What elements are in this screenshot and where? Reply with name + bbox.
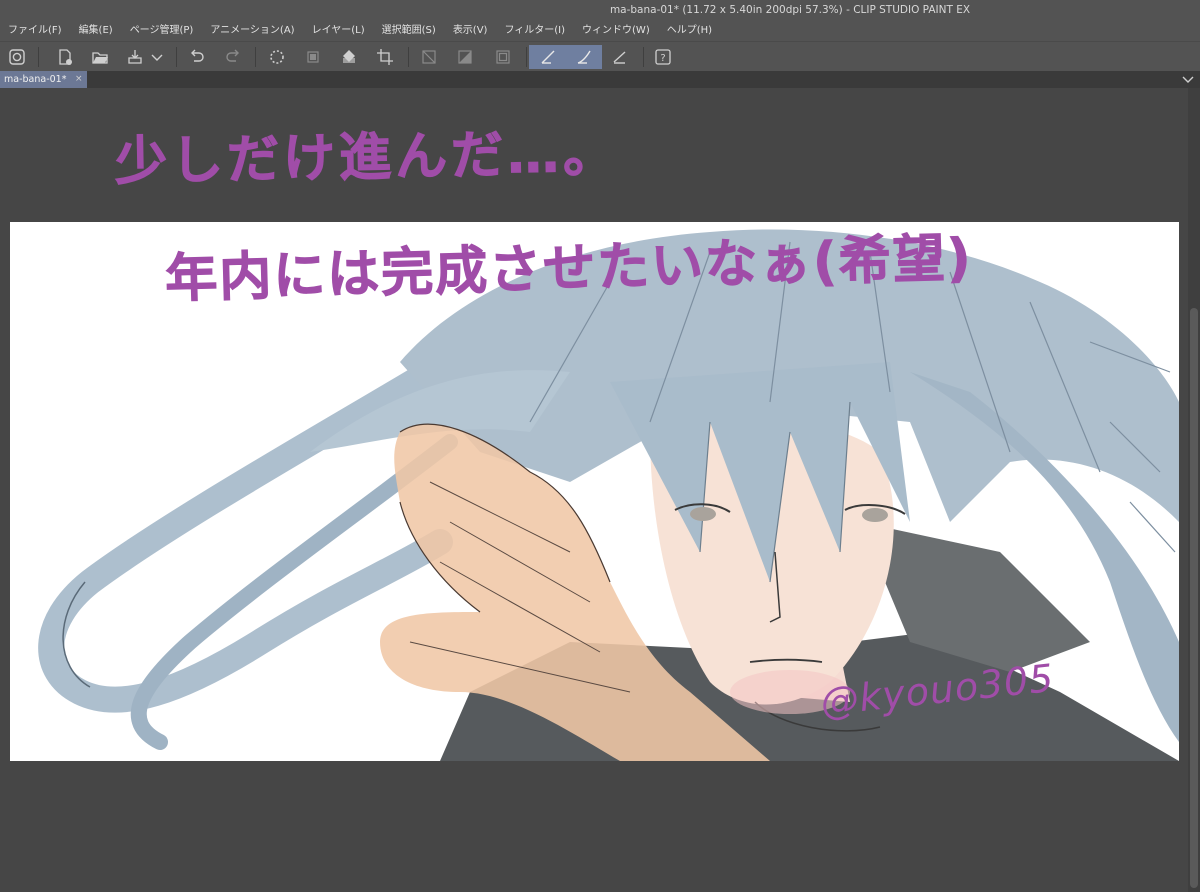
menu-filter[interactable]: フィルター(I) [504, 21, 565, 41]
redo-icon[interactable] [220, 45, 246, 69]
menu-view[interactable]: 表示(V) [453, 21, 488, 41]
open-file-icon[interactable] [87, 45, 113, 69]
loading-icon[interactable] [264, 45, 290, 69]
menu-animation[interactable]: アニメーション(A) [210, 21, 294, 41]
gradient-icon[interactable] [452, 45, 478, 69]
transform-icon[interactable] [300, 45, 326, 69]
title-bar: ma-bana-01* (11.72 x 5.40in 200dpi 57.3%… [0, 0, 1200, 21]
perspective-ruler-icon[interactable] [607, 45, 633, 69]
menu-edit[interactable]: 編集(E) [79, 21, 113, 41]
fill-icon[interactable] [336, 45, 362, 69]
vertical-scrollbar[interactable] [1188, 88, 1200, 892]
menu-file[interactable]: ファイル(F) [8, 21, 62, 41]
save-icon[interactable] [122, 45, 148, 69]
help-icon[interactable]: ? [650, 45, 676, 69]
menu-window[interactable]: ウィンドウ(W) [582, 21, 650, 41]
menu-bar: ファイル(F) 編集(E) ページ管理(P) アニメーション(A) レイヤー(L… [0, 21, 1200, 41]
crop-icon[interactable] [372, 45, 398, 69]
menu-layer[interactable]: レイヤー(L) [312, 21, 365, 41]
ruler-snap-icon[interactable] [529, 45, 566, 69]
undo-icon[interactable] [184, 45, 210, 69]
chevron-down-icon[interactable] [1180, 72, 1196, 87]
document-tab-bar: ma-bana-01* × [0, 71, 1200, 88]
menu-help[interactable]: ヘルプ(H) [667, 21, 712, 41]
menu-selection[interactable]: 選択範囲(S) [382, 21, 436, 41]
handwritten-note-line1: 少しだけ進んだ…。 [114, 123, 620, 193]
command-bar: ? [0, 41, 1200, 71]
new-file-icon[interactable] [52, 45, 78, 69]
scrollbar-thumb[interactable] [1190, 308, 1198, 888]
grid-icon[interactable] [416, 45, 442, 69]
menu-page[interactable]: ページ管理(P) [130, 21, 194, 41]
dropdown-arrow-icon[interactable] [148, 45, 166, 69]
frame-icon[interactable] [490, 45, 516, 69]
clip-studio-icon[interactable] [4, 45, 30, 69]
tab-ma-bana-01[interactable]: ma-bana-01* × [0, 71, 87, 88]
special-ruler-snap-icon[interactable] [566, 45, 602, 69]
tab-label: ma-bana-01* [4, 74, 67, 85]
svg-text:?: ? [660, 53, 665, 64]
window-title: ma-bana-01* (11.72 x 5.40in 200dpi 57.3%… [609, 4, 971, 16]
close-icon[interactable]: × [75, 74, 84, 84]
canvas-area[interactable]: 少しだけ進んだ…。 年内には完成させたいなぁ(希望) @kyouo305 [0, 88, 1188, 892]
